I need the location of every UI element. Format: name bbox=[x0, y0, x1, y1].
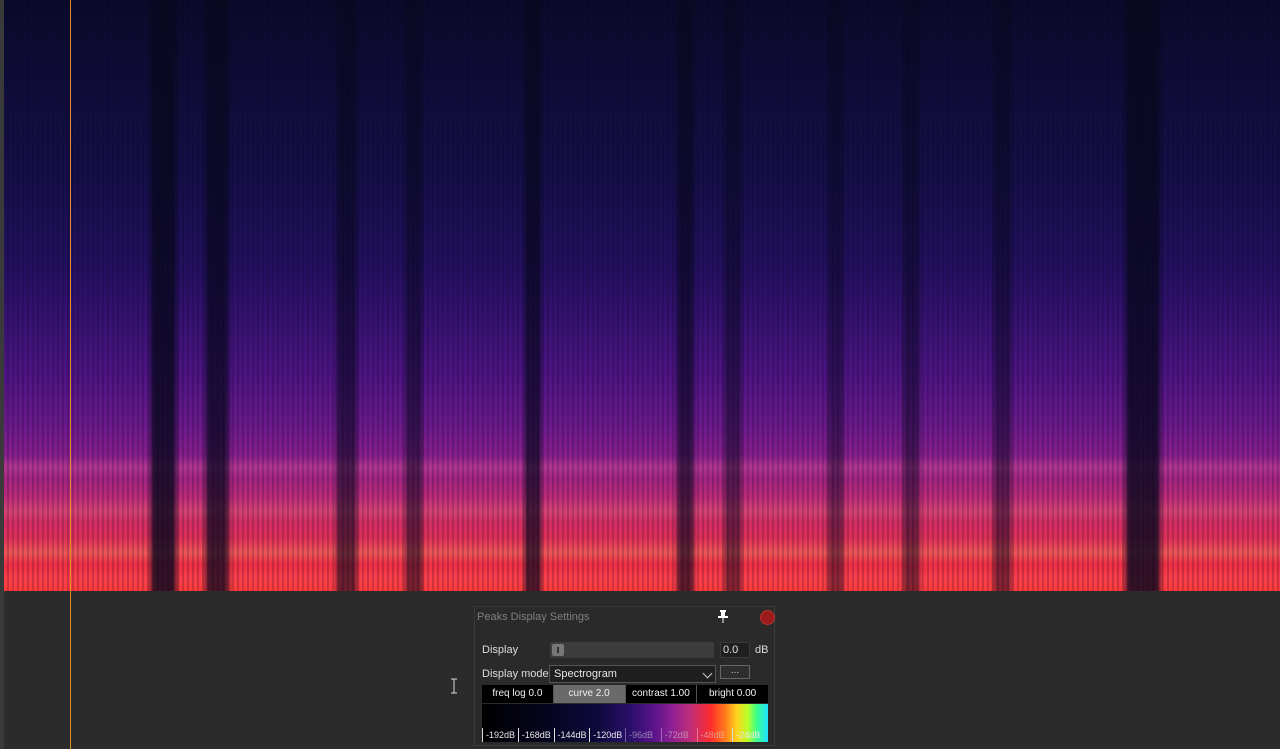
contrast-control[interactable]: contrast 1.00 bbox=[626, 685, 698, 703]
color-scale-tick: -144dB bbox=[553, 728, 590, 742]
color-scale-tick: -24dB bbox=[732, 728, 768, 742]
close-icon[interactable] bbox=[760, 610, 775, 625]
color-scale-tick: -48dB bbox=[696, 728, 733, 742]
freq-log-control[interactable]: freq log 0.0 bbox=[482, 685, 554, 703]
color-scale-tick: -168dB bbox=[517, 728, 554, 742]
color-scale-tick: -96dB bbox=[625, 728, 661, 742]
text-cursor-icon bbox=[451, 678, 457, 694]
curve-control[interactable]: curve 2.0 bbox=[553, 685, 626, 703]
display-label: Display bbox=[482, 644, 519, 656]
color-scale-tick: -192dB bbox=[482, 728, 518, 742]
display-mode-value: Spectrogram bbox=[554, 668, 617, 680]
color-scale-tick: -72dB bbox=[660, 728, 697, 742]
pin-icon[interactable] bbox=[717, 609, 729, 623]
display-gain-unit: dB bbox=[755, 644, 769, 656]
slider-thumb[interactable] bbox=[552, 644, 564, 656]
display-mode-label: Display mode: bbox=[482, 668, 552, 680]
chevron-down-icon bbox=[702, 668, 713, 679]
spectrogram-texture bbox=[4, 0, 1280, 591]
bright-control[interactable]: bright 0.00 bbox=[697, 685, 768, 703]
color-scale-ticks: -192dB -168dB -144dB -120dB -96dB -72dB … bbox=[482, 728, 768, 742]
spectrogram-params-bar: freq log 0.0 curve 2.0 contrast 1.00 bri… bbox=[482, 685, 768, 703]
display-gain-slider[interactable] bbox=[550, 642, 714, 658]
peaks-display-settings-panel: Peaks Display Settings Display 0.0 dB Di… bbox=[474, 606, 775, 746]
display-mode-options-button[interactable]: ... bbox=[720, 665, 750, 679]
spectrogram-color-scale: -192dB -168dB -144dB -120dB -96dB -72dB … bbox=[482, 704, 768, 742]
display-mode-select[interactable]: Spectrogram bbox=[549, 665, 716, 683]
panel-title: Peaks Display Settings bbox=[477, 611, 590, 623]
display-gain-input[interactable]: 0.0 bbox=[720, 642, 750, 658]
color-scale-tick: -120dB bbox=[589, 728, 625, 742]
spectrogram-view[interactable] bbox=[4, 0, 1280, 591]
playhead-cursor[interactable] bbox=[70, 0, 71, 749]
